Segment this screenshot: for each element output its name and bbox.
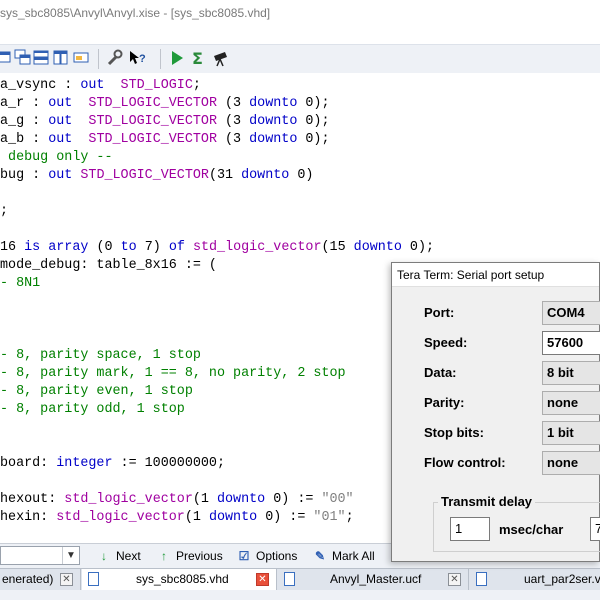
parity-label: Parity:	[424, 395, 465, 410]
code-line: mode_debug: table_8x16 := (	[0, 258, 217, 273]
msec-char-input[interactable]: 1	[450, 517, 490, 541]
status-strip	[0, 590, 600, 600]
code-line: a_b : out STD_LOGIC_VECTOR (3 downto 0);	[0, 132, 330, 147]
code-line: ;	[0, 204, 9, 219]
chevron-down-icon[interactable]: ▼	[62, 547, 79, 564]
tile-cascade-icon[interactable]	[14, 49, 32, 67]
mark-all-icon: ✎	[314, 549, 326, 563]
close-icon[interactable]: ✕	[448, 573, 461, 586]
transmit-delay-label: Transmit delay	[438, 494, 536, 509]
document-tabs: enerated) ✕ sys_sbc8085.vhd ✕ Anvyl_Mast…	[0, 568, 600, 591]
speed-label: Speed:	[424, 335, 468, 350]
document-icon	[284, 572, 295, 586]
code-line: a_vsync : out STD_LOGIC;	[0, 78, 201, 93]
toolbar: ? Σ	[0, 44, 600, 74]
help-pointer-icon[interactable]: ?	[128, 49, 146, 67]
arrow-up-icon: ↑	[161, 549, 167, 563]
find-next-button[interactable]: ↓ Next	[96, 548, 141, 565]
code-line: debug only --	[0, 150, 113, 165]
code-line: board: integer := 100000000;	[0, 456, 225, 471]
speed-input[interactable]: 57600	[542, 331, 600, 355]
data-select[interactable]: 8 bit	[542, 361, 600, 385]
arrow-down-icon: ↓	[101, 549, 107, 563]
code-line: a_g : out STD_LOGIC_VECTOR (3 downto 0);	[0, 114, 330, 129]
tile-horizontal-icon[interactable]	[32, 49, 50, 67]
flow-control-label: Flow control:	[424, 455, 506, 470]
data-label: Data:	[424, 365, 457, 380]
stop-bits-label: Stop bits:	[424, 425, 484, 440]
mark-all-button[interactable]: ✎ Mark All	[312, 548, 375, 565]
window-title: sys_sbc8085\Anvyl\Anvyl.xise - [sys_sbc8…	[0, 0, 600, 26]
find-options-button[interactable]: ☑ Options	[236, 548, 298, 565]
flow-control-select[interactable]: none	[542, 451, 600, 475]
code-line: - 8, parity space, 1 stop	[0, 348, 201, 363]
cascade-windows-icon[interactable]	[0, 49, 14, 67]
tab-anvyl-master[interactable]: Anvyl_Master.ucf ✕	[278, 569, 469, 590]
find-previous-button[interactable]: ↑ Previous	[156, 548, 223, 565]
code-line: hexin: std_logic_vector(1 downto 0) := "…	[0, 510, 354, 525]
msec-line-input[interactable]: 7	[590, 517, 600, 541]
code-line: 16 is array (0 to 7) of std_logic_vector…	[0, 240, 435, 255]
code-line: bug : out STD_LOGIC_VECTOR(31 downto 0)	[0, 168, 314, 183]
tab-uart-par2ser[interactable]: uart_par2ser.vhd	[470, 569, 600, 590]
run-icon[interactable]	[168, 49, 186, 67]
arrange-icon[interactable]	[72, 49, 90, 67]
code-line: - 8, parity odd, 1 stop	[0, 402, 185, 417]
code-line: - 8, parity mark, 1 == 8, no parity, 2 s…	[0, 366, 346, 381]
serial-port-setup-dialog: Tera Term: Serial port setup Port: COM4 …	[391, 262, 600, 562]
close-icon[interactable]: ✕	[256, 573, 269, 586]
code-line: - 8N1	[0, 276, 41, 291]
code-line: hexout: std_logic_vector(1 downto 0) := …	[0, 492, 354, 507]
settings-wrench-icon[interactable]	[106, 49, 124, 67]
svg-text:Σ: Σ	[192, 49, 203, 67]
svg-text:?: ?	[139, 53, 146, 65]
msec-char-unit: msec/char	[499, 522, 564, 537]
dialog-title: Tera Term: Serial port setup	[392, 263, 599, 287]
port-select[interactable]: COM4	[542, 301, 600, 325]
document-icon	[476, 572, 487, 586]
code-line: a_r : out STD_LOGIC_VECTOR (3 downto 0);	[0, 96, 330, 111]
options-icon: ☑	[238, 549, 250, 563]
close-icon[interactable]: ✕	[60, 573, 73, 586]
code-line: - 8, parity even, 1 stop	[0, 384, 193, 399]
parity-select[interactable]: none	[542, 391, 600, 415]
find-input[interactable]: ▼	[0, 546, 80, 565]
tile-vertical-icon[interactable]	[52, 49, 70, 67]
tab-sys-sbc8085[interactable]: sys_sbc8085.vhd ✕	[82, 569, 277, 590]
stop-bits-select[interactable]: 1 bit	[542, 421, 600, 445]
document-icon	[88, 572, 99, 586]
sigma-icon[interactable]: Σ	[190, 49, 208, 67]
tab-generated[interactable]: enerated) ✕	[0, 569, 81, 590]
port-label: Port:	[424, 305, 455, 320]
telescope-icon[interactable]	[212, 49, 230, 67]
